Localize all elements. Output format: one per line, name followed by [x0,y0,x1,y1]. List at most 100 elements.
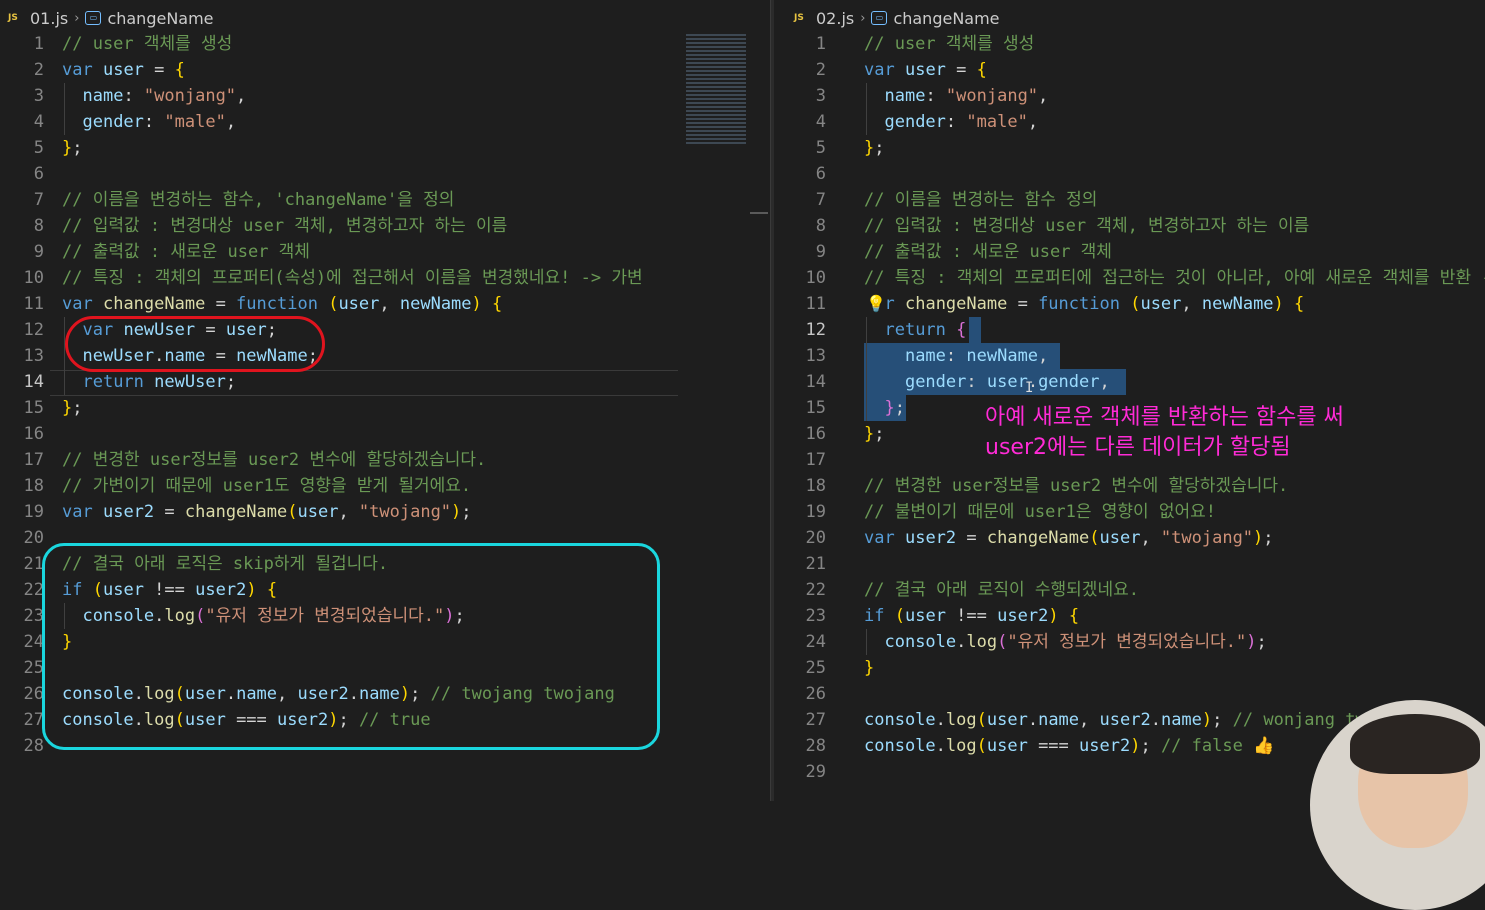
code-token: === [1027,736,1080,756]
code-line[interactable]: 6 [774,161,1485,187]
code-token: ) [1130,736,1141,756]
code-token: // false [1160,736,1254,756]
code-line[interactable]: 20 var user2 = changeName(user, "twojang"… [774,525,1485,551]
code-token: = [956,528,987,548]
code-line[interactable]: 14 gender: user.gender, [774,369,1485,395]
code-line[interactable]: 18 // 변경한 user정보를 user2 변수에 할당하겠습니다. [774,473,1485,499]
code-line[interactable]: 4 gender: "male", [0,109,770,135]
lightbulb-icon[interactable]: 💡 [866,294,886,313]
line-number: 17 [23,450,44,470]
code-token: changeName [102,294,206,314]
code-token: : [945,112,967,132]
left-breadcrumb-file[interactable]: 01.js [30,9,68,28]
code-token: // user 객체를 생성 [864,34,1035,54]
code-line[interactable]: 10 // 특징 : 객체의 프로퍼티(속성)에 접근해서 이름을 변경했네요! … [0,265,770,291]
code-token: var [62,502,93,522]
code-text: // 입력값 : 변경대상 user 객체, 변경하고자 하는 이름 [864,213,1309,239]
code-text: // 가변이기 때문에 user1도 영향을 받게 될거에요. [62,473,471,499]
code-line[interactable]: 5}; [0,135,770,161]
code-token: name [1038,710,1080,730]
code-token: ) [1201,710,1213,730]
code-line[interactable]: 12 return { [774,317,1485,343]
right-breadcrumb-symbol[interactable]: changeName [893,9,999,28]
code-line[interactable]: 6 [0,161,770,187]
code-line[interactable]: 21 [774,551,1485,577]
code-token: user [986,372,1028,392]
line-number: 9 [815,242,826,262]
line-number: 6 [33,164,44,184]
line-number: 23 [23,606,44,626]
code-token: , [1181,294,1202,314]
annotation-line-2: user2에는 다른 데이터가 할당됨 [985,435,1291,460]
code-line[interactable]: 26 [774,681,1485,707]
line-number: 20 [805,528,826,548]
code-text: // 결국 아래 로직이 수행되겠네요. [864,577,1139,603]
code-line[interactable]: 14 return newUser; [0,369,770,395]
line-number: 18 [23,476,44,496]
line-number: 7 [815,190,826,210]
right-editor-pane[interactable]: JS 02.js › ▭ changeName 1 // user 객체를 생성 2… [774,0,1485,801]
code-token: newName [399,294,472,314]
code-line[interactable]: 22 // 결국 아래 로직이 수행되겠네요. [774,577,1485,603]
code-line[interactable]: 13 name: newName, [774,343,1485,369]
line-number: 25 [805,658,826,678]
symbol-variable-icon: ▭ [85,11,102,25]
code-line[interactable]: 7 // 이름을 변경하는 함수, 'changeName'을 정의 [0,187,770,213]
code-line[interactable]: 8 // 입력값 : 변경대상 user 객체, 변경하고자 하는 이름 [0,213,770,239]
code-line[interactable]: 1 // user 객체를 생성 [774,31,1485,57]
line-number: 8 [815,216,826,236]
code-line[interactable]: 9 // 출력값 : 새로운 user 객체 [774,239,1485,265]
code-line[interactable]: 5}; [774,135,1485,161]
right-breadcrumb: JS 02.js › ▭ changeName [794,5,1000,31]
code-line[interactable]: 24 console.log("유저 정보가 변경되었습니다."); [774,629,1485,655]
code-line[interactable]: 7 // 이름을 변경하는 함수 정의 [774,187,1485,213]
code-token: newUser [154,372,226,392]
code-line[interactable]: 4 gender: "male", [774,109,1485,135]
code-token: ) [451,502,462,522]
code-token: } [864,138,875,158]
code-token: name [1160,710,1202,730]
symbol-variable-icon: ▭ [871,11,888,25]
line-number: 17 [805,450,826,470]
code-token: = [205,294,237,314]
code-line[interactable]: 1 // user 객체를 생성 [0,31,770,57]
code-line[interactable]: 3 name: "wonjang", [774,83,1485,109]
code-token: r [884,294,895,314]
code-line[interactable]: 18 // 가변이기 때문에 user1도 영향을 받게 될거에요. [0,473,770,499]
left-breadcrumb-symbol[interactable]: changeName [107,9,213,28]
code-token: = [1007,294,1039,314]
code-line[interactable]: 25} [774,655,1485,681]
code-line[interactable]: 15}; [0,395,770,421]
right-breadcrumb-file[interactable]: 02.js [816,9,854,28]
line-number: 18 [805,476,826,496]
code-line[interactable]: 19 var user2 = changeName(user, "twojang"… [0,499,770,525]
code-token: : [925,86,946,106]
code-text: var user2 = changeName(user, "twojang"); [864,525,1274,551]
code-text: console.log(user.name, user2.name); // w… [864,707,1366,733]
code-text: var user2 = changeName(user, "twojang"); [62,499,472,525]
code-line[interactable]: 2 var user = { [774,57,1485,83]
code-line[interactable]: 3 name: "wonjang", [0,83,770,109]
line-number: 1 [815,34,826,54]
code-token: changeName [184,502,288,522]
code-token: ; [874,138,885,158]
code-line[interactable]: 9 // 출력값 : 새로운 user 객체 [0,239,770,265]
code-line[interactable]: 10 // 특징 : 객체의 프로퍼티에 접근하는 것이 아니라, 아예 새로운 … [774,265,1485,291]
code-token: = [143,60,175,80]
line-number: 13 [23,346,44,366]
code-line[interactable]: 11 var changeName = function (user, newNa… [0,291,770,317]
code-token: , [338,502,359,522]
code-line[interactable]: 8 // 입력값 : 변경대상 user 객체, 변경하고자 하는 이름 [774,213,1485,239]
code-token: ; [225,372,237,392]
code-token: { [492,294,503,314]
code-line[interactable]: 16 [0,421,770,447]
code-line[interactable]: 2 var user = { [0,57,770,83]
code-line[interactable]: 23 if (user !== user2) { [774,603,1485,629]
code-token: // 변경한 user정보를 user2 변수에 할당하겠습니다. [62,450,487,470]
code-line[interactable]: 19 // 불변이기 때문에 user1은 영향이 없어요! [774,499,1485,525]
line-number: 24 [23,632,44,652]
code-line[interactable]: 17 // 변경한 user정보를 user2 변수에 할당하겠습니다. [0,447,770,473]
